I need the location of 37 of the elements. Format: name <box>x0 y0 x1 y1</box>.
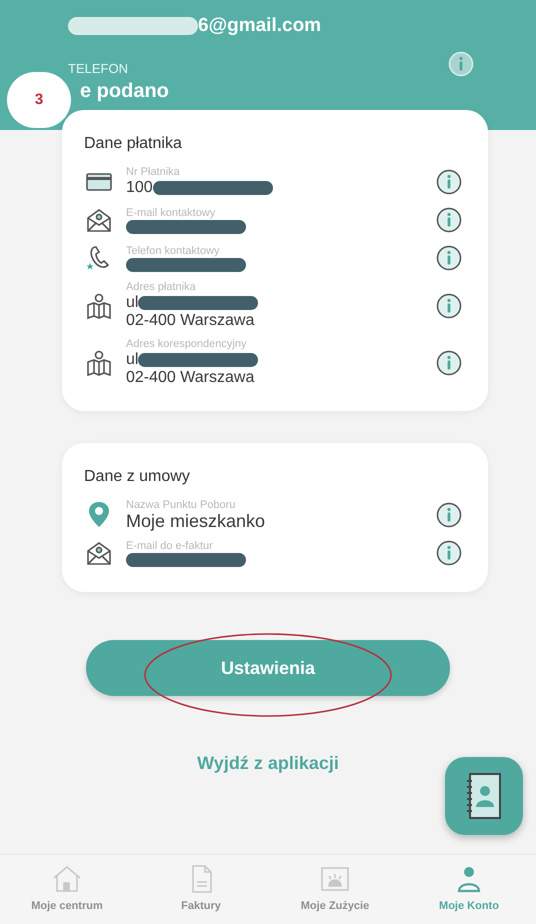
info-icon[interactable] <box>436 292 462 318</box>
row-value: ul <box>126 294 138 312</box>
nav-tab[interactable]: Moje Konto <box>402 855 536 924</box>
row-label: Adres płatnika <box>126 281 197 294</box>
row-value: Moje mieszkanko <box>126 512 266 530</box>
row-value: 100 <box>126 179 153 197</box>
row-value: 02-400 Warszawa <box>126 369 254 387</box>
nav-tab[interactable]: Moje Zużycie <box>268 855 402 924</box>
row-label: E-mail do e-faktur <box>126 540 214 552</box>
row-label: Nazwa Punktu Poboru <box>126 499 236 512</box>
info-icon[interactable] <box>436 245 462 271</box>
field-label: TELEFON <box>68 60 128 78</box>
info-icon[interactable] <box>436 168 462 194</box>
info-icon[interactable] <box>436 350 462 376</box>
row-value: ul <box>126 351 138 369</box>
nav-tab[interactable]: Faktury <box>134 855 268 924</box>
settings-button[interactable]: Ustawienia <box>86 640 450 696</box>
map-icon <box>84 290 114 320</box>
map-icon <box>84 348 114 378</box>
exit-app-link[interactable]: Wyjdź z aplikacji <box>197 750 339 777</box>
contact-book-icon <box>464 771 504 821</box>
card-title: Dane płatnika <box>84 134 183 154</box>
row-label: Nr Płatnika <box>126 166 181 179</box>
field-value: e podano <box>80 79 170 104</box>
contact-book-button[interactable] <box>445 757 523 835</box>
house-icon <box>51 864 83 894</box>
info-icon[interactable] <box>436 207 462 233</box>
account-email: 6@gmail.com <box>198 14 322 38</box>
row-label: Adres korespondencyjny <box>126 338 248 351</box>
annotation-number: 3 <box>7 72 71 128</box>
info-icon[interactable] <box>436 540 462 566</box>
info-icon[interactable] <box>436 502 462 528</box>
card-title: Dane z umowy <box>84 467 191 487</box>
row-label: E-mail kontaktowy <box>126 206 216 220</box>
nav-tab[interactable]: Moje centrum <box>0 855 134 924</box>
row-value: 02-400 Warszawa <box>126 312 254 330</box>
row-label: Telefon kontaktowy <box>126 244 221 258</box>
